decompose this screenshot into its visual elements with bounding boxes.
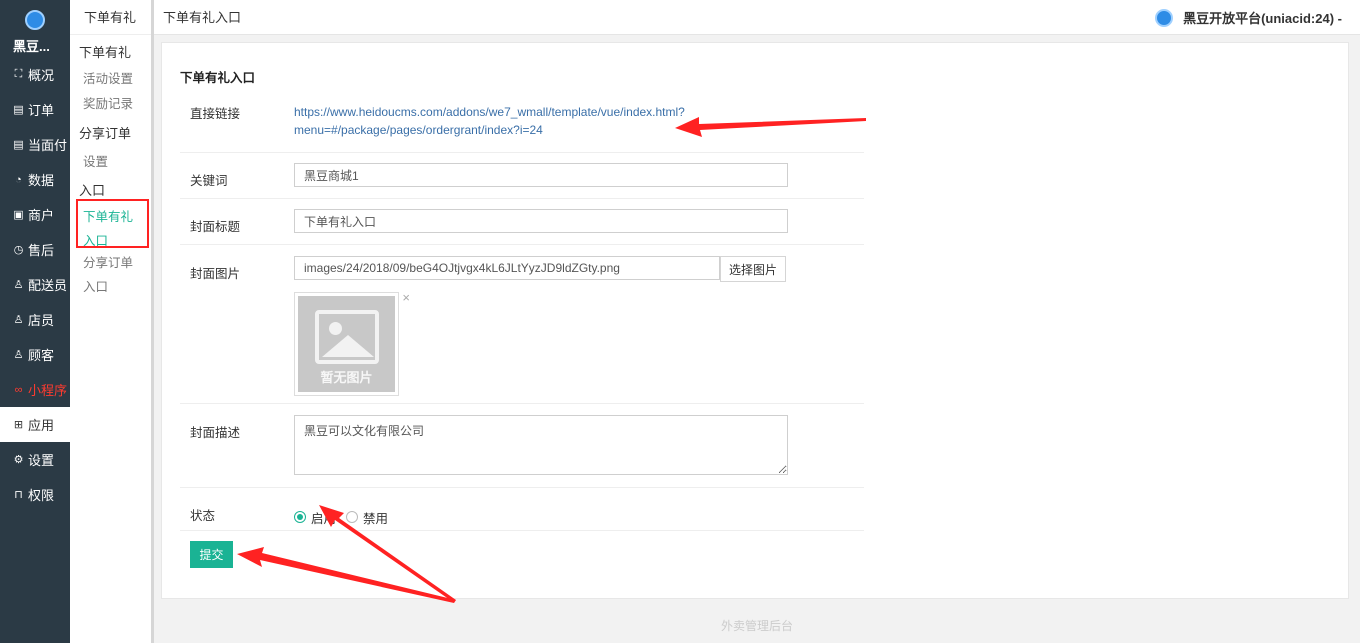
gear-icon: ⚙ (13, 454, 24, 466)
sidebar-item-pay[interactable]: ▤ 当面付 (0, 127, 70, 162)
subnav-group-share-order: 分享订单 (79, 126, 132, 141)
cover-title-label: 封面标题 (190, 220, 241, 234)
status-disable-label: 禁用 (363, 511, 389, 526)
sidebar-item-label: 顾客 (28, 348, 55, 363)
sidebar-item-order[interactable]: ▤ 订单 (0, 92, 70, 127)
account-name: 黑豆开放平台(uniacid:24) - (1183, 11, 1342, 26)
sidebar-item-label: 小程序 (28, 383, 68, 398)
cover-image-label: 封面图片 (190, 267, 241, 281)
chart-icon: ◔ (15, 173, 22, 186)
cover-image-preview: 暂无图片 × (294, 290, 410, 396)
sidebar-item-label: 设置 (28, 453, 55, 468)
subnav-item-share-order-entry-line1: 分享订单 (83, 256, 134, 270)
subnav-item-activity-settings[interactable]: 活动设置 (70, 67, 151, 92)
direct-link-label: 直接链接 (190, 107, 241, 121)
footer: 外卖管理后台 (720, 619, 793, 633)
dashboard-icon: ⛶ (14, 68, 23, 80)
sidebar-item-clerk[interactable]: ♙ 店员 (0, 302, 70, 337)
sidebar-item-service[interactable]: ◷ 售后 (0, 232, 70, 267)
direct-link-line2[interactable]: menu=#/package/pages/ordergrant/index?i=… (294, 121, 864, 139)
sidebar-item-label: 当面付 (28, 138, 68, 153)
miniprogram-icon: ∞ (14, 383, 23, 396)
sidebar-item-label: 售后 (28, 243, 55, 258)
direct-link[interactable]: https://www.heidoucms.com/addons/we7_wma… (294, 103, 864, 152)
row-cover-desc: 封面描述 黑豆可以文化有限公司 (180, 404, 864, 488)
remove-image-icon[interactable]: × (402, 290, 410, 305)
sidebar-item-store[interactable]: ▣ 商户 (0, 197, 70, 232)
submit-button[interactable]: 提交 (190, 541, 233, 568)
row-cover-title: 封面标题 (180, 199, 864, 245)
highlight-box (76, 199, 149, 248)
lock-icon: ⊓ (14, 489, 23, 501)
brand[interactable]: 黑豆... (0, 0, 70, 57)
radio-checked-icon (294, 511, 306, 523)
sidebar-item-label: 商户 (28, 208, 55, 223)
no-image-caption: 暂无图片 (320, 370, 373, 385)
pay-icon: ▤ (13, 139, 24, 151)
account-menu[interactable]: 黑豆开放平台(uniacid:24) - (1155, 0, 1342, 35)
status-label: 状态 (190, 509, 216, 523)
sidebar-item-miniprogram[interactable]: ∞ 小程序 (0, 372, 70, 407)
image-placeholder-icon (315, 310, 379, 364)
order-icon: ▤ (13, 104, 24, 116)
sidebar-item-apps[interactable]: ⊞ 应用 (0, 407, 70, 442)
row-cover-image: 封面图片 选择图片 暂无图片 × (180, 245, 864, 404)
sidebar-item-dashboard[interactable]: ⛶ 概况 (0, 57, 70, 92)
top-bar: 下单有礼入口 黑豆开放平台(uniacid:24) - (154, 0, 1360, 35)
brand-name: 黑豆... (13, 39, 50, 54)
sidebar-item-label: 应用 (28, 418, 55, 433)
sidebar-item-lock[interactable]: ⊓ 权限 (0, 477, 70, 512)
keyword-label: 关键词 (190, 174, 228, 188)
apps-icon: ⊞ (13, 419, 24, 431)
subnav-item-share-order-entry-line2: 入口 (83, 280, 109, 294)
store-icon: ▣ (13, 209, 24, 221)
sidebar-item-courier[interactable]: ♙ 配送员 (0, 267, 70, 302)
sidebar-item-label: 数据 (28, 173, 55, 188)
brand-logo-icon (25, 10, 45, 30)
row-direct-link: 直接链接 https://www.heidoucms.com/addons/we… (180, 89, 864, 153)
subnav-item-reward-records[interactable]: 奖励记录 (70, 92, 151, 117)
customer-icon: ♙ (13, 349, 24, 361)
courier-icon: ♙ (13, 279, 24, 291)
subnav-item-share-settings[interactable]: 设置 (70, 150, 151, 175)
sidebar-item-label: 订单 (28, 103, 55, 118)
subnav-item-share-order-entry[interactable]: 分享订单 入口 (70, 251, 151, 294)
cover-image-input[interactable] (294, 256, 720, 280)
radio-unchecked-icon (346, 511, 359, 523)
sidebar-item-label: 配送员 (28, 278, 68, 293)
subnav-group-order-gift: 下单有礼 (79, 45, 132, 60)
status-enable-label: 启用 (311, 511, 337, 526)
cover-desc-textarea[interactable]: 黑豆可以文化有限公司 (294, 415, 788, 475)
cover-desc-label: 封面描述 (190, 426, 241, 440)
cover-title-input[interactable] (294, 209, 788, 233)
form-title: 下单有礼入口 (180, 71, 256, 85)
select-image-button[interactable]: 选择图片 (720, 256, 786, 282)
sidebar-item-label: 店员 (28, 313, 55, 328)
main-sidebar: 黑豆... ⛶ 概况 ▤ 订单 ▤ 当面付 ◔ 数据 ▣ 商户 ◷ 售后 ♙ 配送员 ♙ 店员 ♙ 顾客 ∞ 小程序 ⊞… (0, 0, 70, 643)
service-icon: ◷ (13, 244, 24, 256)
secondary-sidebar: 下单有礼 下单有礼 活动设置 奖励记录 分享订单 设置 入口 下单有礼 入口 分… (70, 0, 154, 643)
sidebar-item-label: 概况 (28, 68, 55, 83)
status-disable-radio[interactable]: 禁用 (346, 508, 388, 527)
keyword-input[interactable] (294, 163, 788, 187)
row-status: 状态 启用 禁用 (180, 488, 864, 531)
subnav-title: 下单有礼 (70, 0, 151, 35)
row-keyword: 关键词 (180, 153, 864, 199)
main-panel: 下单有礼入口 直接链接 https://www.heidoucms.com/ad… (161, 42, 1349, 599)
platform-logo-icon (1155, 8, 1174, 27)
direct-link-line1[interactable]: https://www.heidoucms.com/addons/we7_wma… (294, 103, 864, 121)
sidebar-item-label: 权限 (28, 488, 55, 503)
sidebar-item-gear[interactable]: ⚙ 设置 (0, 442, 70, 477)
entry-form: 下单有礼入口 直接链接 https://www.heidoucms.com/ad… (180, 67, 864, 568)
clerk-icon: ♙ (13, 314, 24, 326)
status-enable-radio[interactable]: 启用 (294, 508, 336, 527)
breadcrumb: 下单有礼入口 (163, 10, 242, 25)
sidebar-item-customer[interactable]: ♙ 顾客 (0, 337, 70, 372)
sidebar-item-chart[interactable]: ◔ 数据 (0, 162, 70, 197)
